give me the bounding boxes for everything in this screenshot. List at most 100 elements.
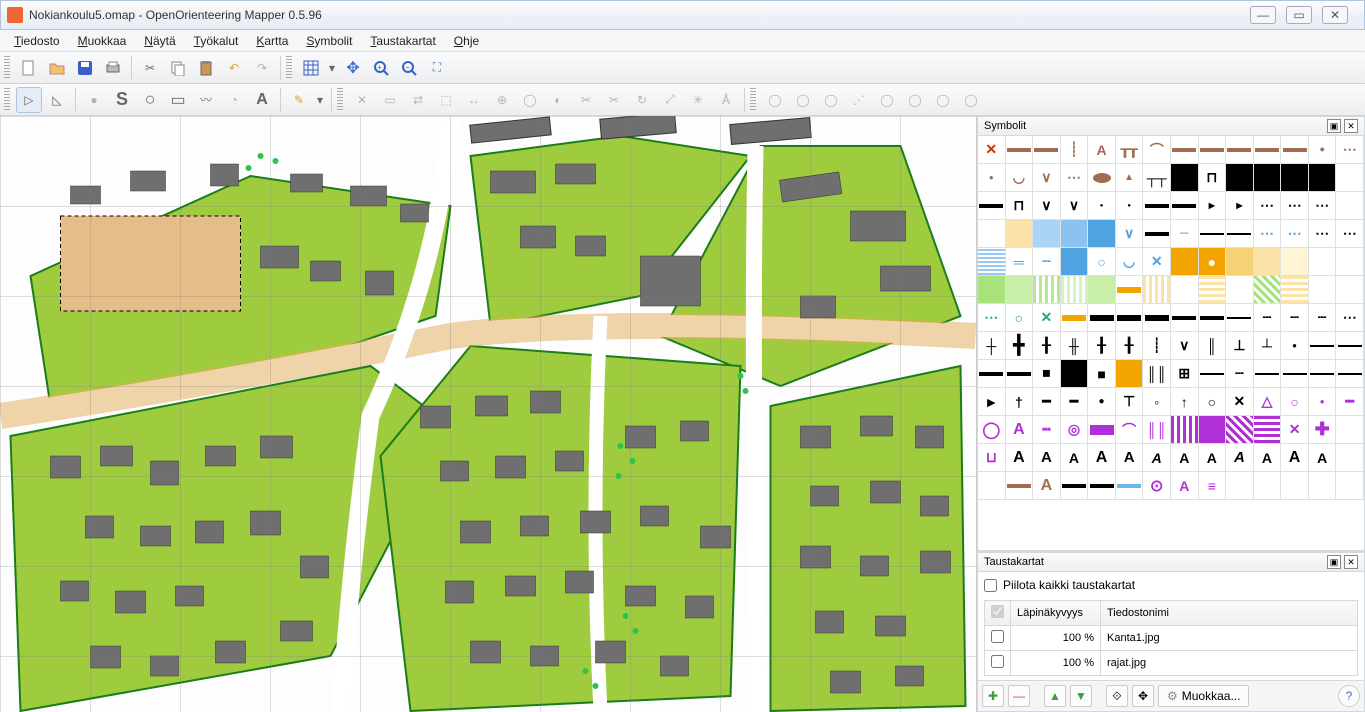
symbol-cell[interactable]: ┄ xyxy=(1254,304,1282,332)
symbol-cell[interactable]: ● xyxy=(1116,192,1144,220)
symbol-cell[interactable]: ◡ xyxy=(1006,164,1034,192)
symbol-cell[interactable]: ⊓ xyxy=(1199,164,1227,192)
symbol-cell[interactable] xyxy=(1336,332,1364,360)
symbol-cell[interactable]: A xyxy=(1033,444,1061,472)
symbol-cell[interactable] xyxy=(978,192,1006,220)
symbol-cell[interactable] xyxy=(1226,276,1254,304)
symbol-cell[interactable]: ● xyxy=(1309,388,1337,416)
zoom-in-button[interactable]: + xyxy=(368,55,394,81)
symbol-cell[interactable] xyxy=(1171,248,1199,276)
symbol-cell[interactable]: ● xyxy=(1281,332,1309,360)
rotate-tool[interactable]: ↻ xyxy=(629,87,655,113)
fill-tool[interactable]: ◔ xyxy=(221,87,247,113)
row-filename[interactable]: rajat.jpg xyxy=(1101,651,1358,676)
zoom-out-button[interactable]: − xyxy=(396,55,422,81)
symbol-cell[interactable] xyxy=(1226,164,1254,192)
fill-swap-tool[interactable]: ⬚ xyxy=(433,87,459,113)
symbol-cell[interactable] xyxy=(1171,164,1199,192)
symbol-cell[interactable] xyxy=(1336,192,1364,220)
symbol-cell[interactable]: ━ xyxy=(1336,388,1364,416)
minimize-button[interactable]: — xyxy=(1250,6,1276,24)
symbol-cell[interactable]: A xyxy=(1088,444,1116,472)
symbol-cell[interactable] xyxy=(1309,248,1337,276)
symbol-cell[interactable]: ║║ xyxy=(1143,360,1171,388)
symbol-cell[interactable]: ━ xyxy=(1061,388,1089,416)
redo-button[interactable]: ↷ xyxy=(249,55,275,81)
symbol-cell[interactable] xyxy=(978,220,1006,248)
symbol-cell[interactable]: ◡ xyxy=(1116,248,1144,276)
template-row[interactable]: 100 % Kanta1.jpg xyxy=(985,626,1358,651)
symbol-cell[interactable] xyxy=(1006,220,1034,248)
symbol-cell[interactable] xyxy=(1061,360,1089,388)
symbol-cell[interactable]: ┄ xyxy=(1171,220,1199,248)
symbol-cell[interactable]: A xyxy=(1033,472,1061,500)
symbol-cell[interactable]: A xyxy=(1199,444,1227,472)
symbol-cell[interactable] xyxy=(1033,136,1061,164)
symbol-cell[interactable] xyxy=(1143,276,1171,304)
remove-template-button[interactable]: — xyxy=(1008,685,1030,707)
symbol-cell[interactable] xyxy=(1336,360,1364,388)
symbol-cell[interactable]: ∨ xyxy=(1033,164,1061,192)
symbol-cell[interactable] xyxy=(1199,360,1227,388)
symbol-cell[interactable]: ◦ xyxy=(1143,388,1171,416)
row-opacity[interactable]: 100 % xyxy=(1011,626,1101,651)
symbol-cell[interactable] xyxy=(1254,248,1282,276)
symbol-cell[interactable] xyxy=(1088,416,1116,444)
symbol-cell[interactable]: A xyxy=(1281,444,1309,472)
circle-tool[interactable]: ○ xyxy=(137,87,163,113)
symbol-cell[interactable]: ✚ xyxy=(1309,416,1337,444)
symbol-cell[interactable]: A xyxy=(1309,444,1337,472)
panel-undock-button[interactable]: ▣ xyxy=(1327,119,1341,133)
symbol-cell[interactable] xyxy=(1171,276,1199,304)
menu-symbols[interactable]: Symbolit xyxy=(298,32,360,50)
symbol-cell[interactable]: A xyxy=(1171,444,1199,472)
join-tool[interactable]: ⊕ xyxy=(489,87,515,113)
symbol-cell[interactable] xyxy=(1116,276,1144,304)
dots-tool[interactable]: ⋰ xyxy=(846,87,872,113)
symbol-cell[interactable] xyxy=(1033,276,1061,304)
symbol-cell[interactable] xyxy=(978,472,1006,500)
hide-all-templates-checkbox[interactable]: Piilota kaikki taustakartat xyxy=(984,576,1358,594)
symbol-cell[interactable] xyxy=(1309,472,1337,500)
symbol-cell[interactable] xyxy=(1061,276,1089,304)
symbol-cell[interactable]: ┬┬ xyxy=(1143,164,1171,192)
save-button[interactable] xyxy=(72,55,98,81)
row-filename[interactable]: Kanta1.jpg xyxy=(1101,626,1358,651)
symbol-cell[interactable]: ┊ xyxy=(1143,332,1171,360)
symbol-cell[interactable] xyxy=(1226,416,1254,444)
symbol-cell[interactable]: ⊤ xyxy=(1116,388,1144,416)
rect-tool[interactable]: ▭ xyxy=(165,87,191,113)
symbol-cell[interactable]: ┄ xyxy=(1309,304,1337,332)
symbol-cell[interactable]: ⊓ xyxy=(1006,192,1034,220)
symbol-cell[interactable]: ✕ xyxy=(1281,416,1309,444)
symbol-cell[interactable]: ∨ xyxy=(1061,192,1089,220)
col-opacity[interactable]: Läpinäkyvyys xyxy=(1011,601,1101,626)
symbol-palette[interactable]: ✕┊A┰┰⌒◆⋯●◡∨⋯▲┬┬⊓⊓∨∨●●▶▶⋯⋯⋯∨┄⋯⋯⋯⋯═┄○◡✕●⋯○… xyxy=(977,136,1365,551)
col-filename[interactable]: Tiedostonimi xyxy=(1101,601,1358,626)
symbol-cell[interactable] xyxy=(1033,220,1061,248)
symbol-cell[interactable] xyxy=(1254,136,1282,164)
symbol-cell[interactable] xyxy=(1006,276,1034,304)
symbol-cell[interactable]: ▶ xyxy=(1199,192,1227,220)
menu-help[interactable]: Ohje xyxy=(446,32,487,50)
pan-button[interactable]: ✥ xyxy=(340,55,366,81)
paste-button[interactable] xyxy=(193,55,219,81)
symbol-cell[interactable] xyxy=(1336,164,1364,192)
panel-close-button[interactable]: ✕ xyxy=(1344,119,1358,133)
symbol-cell[interactable]: ┼ xyxy=(978,332,1006,360)
symbol-cell[interactable]: ═ xyxy=(1006,248,1034,276)
symbol-cell[interactable] xyxy=(1226,304,1254,332)
edit-lines-tool[interactable]: ◺ xyxy=(44,87,70,113)
symbol-cell[interactable]: ║║ xyxy=(1143,416,1171,444)
delete-tool[interactable]: ✕ xyxy=(349,87,375,113)
symbol-cell[interactable]: A xyxy=(1254,444,1282,472)
symbol-cell[interactable]: ┄ xyxy=(1226,360,1254,388)
template-row[interactable]: 100 % rajat.jpg xyxy=(985,651,1358,676)
symbol-cell[interactable]: ⋯ xyxy=(1336,304,1364,332)
panel-close-button[interactable]: ✕ xyxy=(1344,555,1358,569)
symbol-cell[interactable]: ⋯ xyxy=(1254,220,1282,248)
shape-3-tool[interactable]: ◯ xyxy=(818,87,844,113)
cut-tool[interactable]: ✂ xyxy=(573,87,599,113)
symbol-cell[interactable] xyxy=(1336,444,1364,472)
panel-undock-button[interactable]: ▣ xyxy=(1327,555,1341,569)
